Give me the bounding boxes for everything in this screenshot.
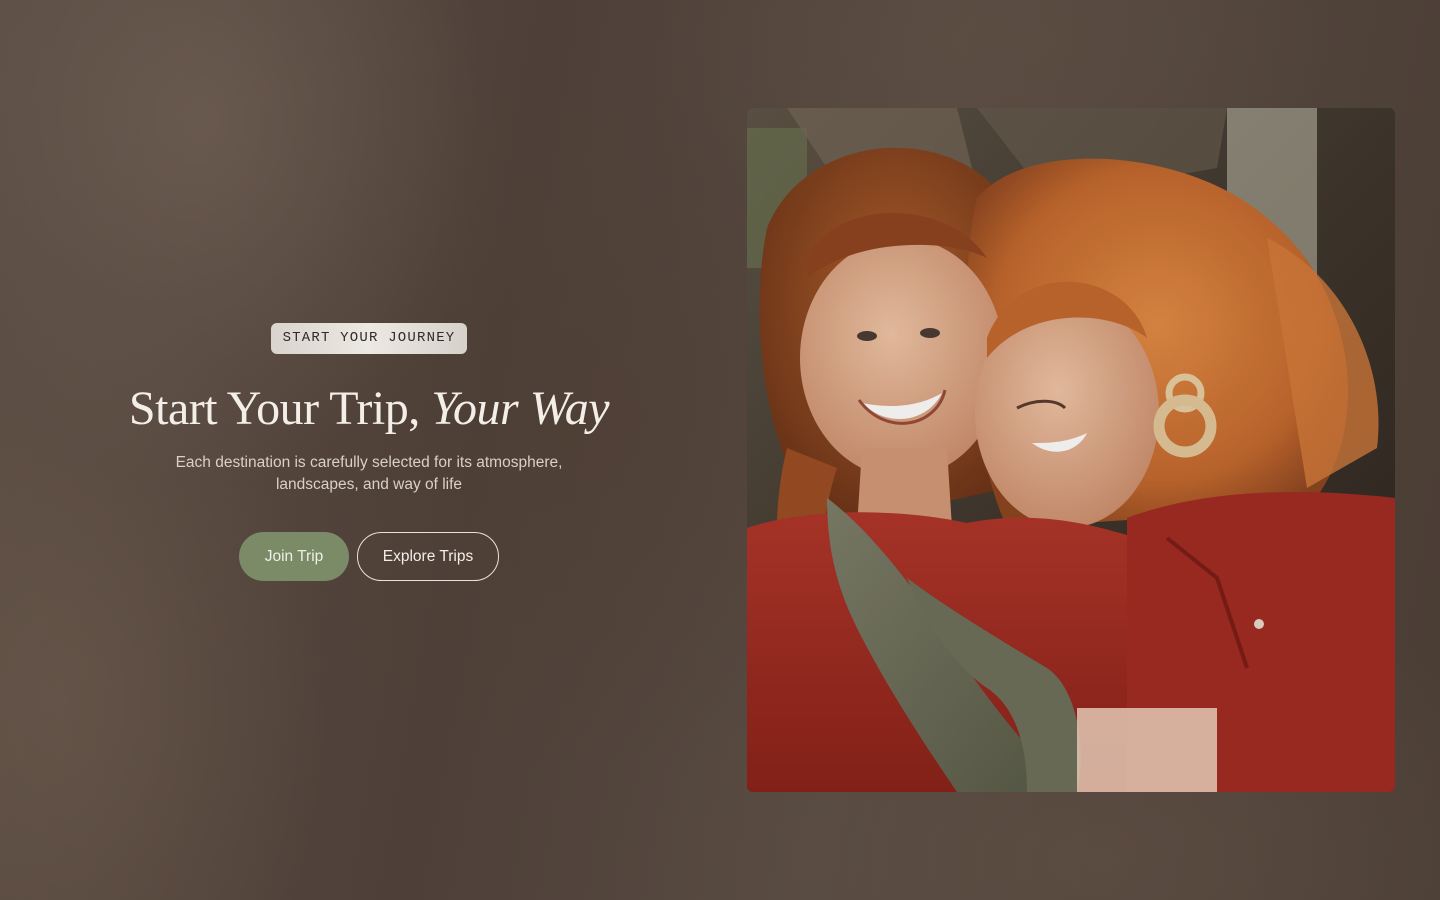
- explore-trips-button[interactable]: Explore Trips: [357, 532, 499, 581]
- hero-subtitle: Each destination is carefully selected f…: [175, 454, 563, 493]
- join-trip-button[interactable]: Join Trip: [239, 532, 349, 581]
- hero-section: START YOUR JOURNEY Start Your Trip, Your…: [120, 323, 618, 581]
- eyebrow-badge: START YOUR JOURNEY: [270, 323, 468, 354]
- title-plain: Start Your Trip,: [128, 382, 432, 435]
- hero-actions: Join Trip Explore Trips: [239, 532, 499, 581]
- page-title: Start Your Trip, Your Way: [128, 380, 610, 438]
- title-italic: Your Way: [431, 382, 610, 435]
- hero-photo: [747, 108, 1395, 792]
- two-women-smiling-photo: [747, 108, 1395, 792]
